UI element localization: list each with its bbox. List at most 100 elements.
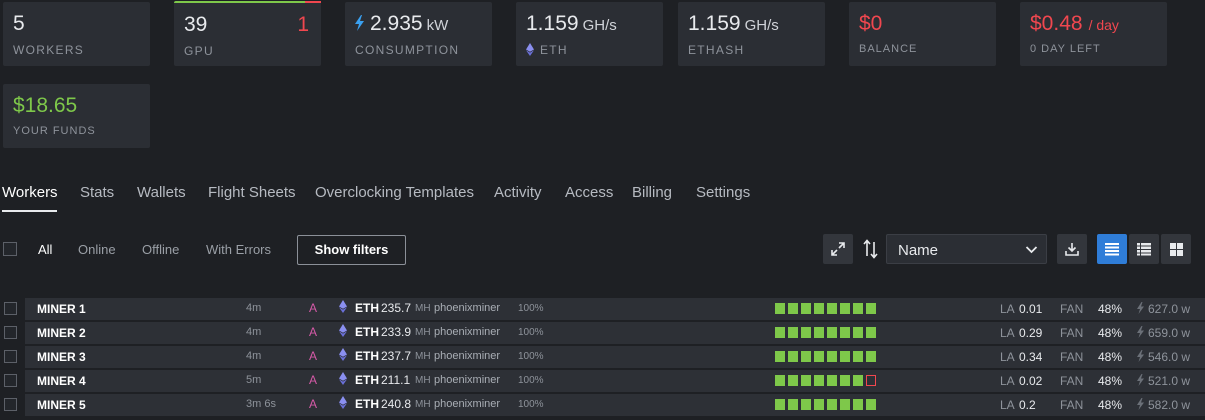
worker-name[interactable]: MINER 2 bbox=[37, 326, 86, 340]
worker-row[interactable]: MINER 4 5m A ETH 211.1 MH phoenixminer 1… bbox=[0, 369, 1205, 393]
worker-name[interactable]: MINER 5 bbox=[37, 398, 86, 412]
worker-name[interactable]: MINER 3 bbox=[37, 350, 86, 364]
filter-with-errors[interactable]: With Errors bbox=[206, 242, 271, 257]
gpu-status-ok bbox=[853, 375, 863, 386]
download-button[interactable] bbox=[1057, 234, 1087, 264]
ethereum-icon bbox=[339, 324, 347, 337]
worker-share-percent: 100% bbox=[518, 375, 544, 386]
tab-billing[interactable]: Billing bbox=[632, 184, 672, 201]
load-average-value: 0.01 bbox=[1019, 302, 1043, 316]
sort-direction-button[interactable] bbox=[863, 239, 879, 259]
fan-value: 48% bbox=[1098, 374, 1123, 388]
load-average-value: 0.02 bbox=[1019, 374, 1043, 388]
tab-wallets[interactable]: Wallets bbox=[137, 184, 186, 201]
load-average-label: LA bbox=[1000, 350, 1015, 364]
table-icon bbox=[1137, 243, 1151, 256]
gpu-status-ok bbox=[814, 375, 824, 386]
worker-hashrate-unit: MH bbox=[415, 327, 431, 338]
gpu-status-ok bbox=[788, 351, 798, 362]
worker-row[interactable]: MINER 3 4m A ETH 237.7 MH phoenixminer 1… bbox=[0, 345, 1205, 369]
worker-share-percent: 100% bbox=[518, 351, 544, 362]
sort-select[interactable]: Name bbox=[886, 234, 1047, 264]
worker-miner: phoenixminer bbox=[434, 350, 501, 362]
worker-uptime: 5m bbox=[246, 374, 262, 386]
eth-hashrate-card: 1.159 GH/s ETH bbox=[516, 2, 663, 66]
worker-power: 521.0 w bbox=[1148, 374, 1191, 388]
worker-hashrate: 233.9 bbox=[381, 325, 412, 339]
cost-card: $0.48 / day 0 DAY LEFT bbox=[1020, 2, 1167, 66]
tab-settings[interactable]: Settings bbox=[696, 184, 750, 201]
gpu-status-ok bbox=[840, 351, 850, 362]
fan-label: FAN bbox=[1060, 398, 1084, 412]
worker-mark: A bbox=[309, 397, 318, 411]
fan-label: FAN bbox=[1060, 374, 1084, 388]
tab-access[interactable]: Access bbox=[565, 184, 613, 201]
worker-miner: phoenixminer bbox=[434, 374, 501, 386]
consumption-unit: kW bbox=[426, 17, 449, 34]
load-average-label: LA bbox=[1000, 326, 1015, 340]
ethash-hashrate-value: 1.159 bbox=[688, 12, 741, 35]
tab-overclocking-templates[interactable]: Overclocking Templates bbox=[315, 184, 474, 201]
bolt-icon bbox=[1137, 398, 1144, 410]
gpu-status-ok bbox=[788, 399, 798, 410]
worker-uptime: 4m bbox=[246, 302, 262, 314]
fan-value: 48% bbox=[1098, 302, 1123, 316]
worker-checkbox[interactable] bbox=[4, 398, 17, 411]
gpu-status-ok bbox=[866, 351, 876, 362]
gpu-status-ok bbox=[788, 375, 798, 386]
filter-all[interactable]: All bbox=[38, 242, 52, 257]
worker-mark: A bbox=[309, 373, 318, 387]
gpu-status-ok bbox=[866, 399, 876, 410]
worker-checkbox[interactable] bbox=[4, 326, 17, 339]
gpu-status-ok bbox=[814, 303, 824, 314]
gpu-status-ok bbox=[775, 303, 785, 314]
ethereum-icon bbox=[339, 348, 347, 361]
worker-checkbox[interactable] bbox=[4, 350, 17, 363]
view-list-button[interactable] bbox=[1097, 234, 1127, 264]
worker-uptime: 3m 6s bbox=[246, 398, 276, 410]
worker-row[interactable]: MINER 1 4m A ETH 235.7 MH phoenixminer 1… bbox=[0, 297, 1205, 321]
worker-row[interactable]: MINER 5 3m 6s A ETH 240.8 MH phoenixmine… bbox=[0, 393, 1205, 417]
worker-name[interactable]: MINER 4 bbox=[37, 374, 86, 388]
worker-name[interactable]: MINER 1 bbox=[37, 302, 86, 316]
gpu-status-ok bbox=[775, 327, 785, 338]
tab-activity[interactable]: Activity bbox=[494, 184, 542, 201]
active-tab-indicator bbox=[2, 210, 57, 212]
select-all-checkbox[interactable] bbox=[3, 242, 17, 256]
load-average-value: 0.34 bbox=[1019, 350, 1043, 364]
consumption-card: 2.935 kW CONSUMPTION bbox=[345, 2, 492, 66]
cost-per-day: / day bbox=[1088, 17, 1119, 33]
tab-workers[interactable]: Workers bbox=[2, 184, 58, 201]
download-icon bbox=[1065, 243, 1079, 256]
worker-hashrate-unit: MH bbox=[415, 399, 431, 410]
worker-checkbox[interactable] bbox=[4, 374, 17, 387]
list-icon bbox=[1105, 243, 1119, 256]
cost-value: $0.48 bbox=[1030, 12, 1083, 35]
gpu-status-ok bbox=[827, 351, 837, 362]
gpu-label: GPU bbox=[184, 44, 214, 58]
worker-miner: phoenixminer bbox=[434, 302, 501, 314]
gpu-status-ok bbox=[866, 327, 876, 338]
filter-offline[interactable]: Offline bbox=[142, 242, 179, 257]
filter-online[interactable]: Online bbox=[78, 242, 116, 257]
worker-row[interactable]: MINER 2 4m A ETH 233.9 MH phoenixminer 1… bbox=[0, 321, 1205, 345]
worker-hashrate-unit: MH bbox=[415, 375, 431, 386]
worker-coin: ETH bbox=[355, 301, 379, 315]
expand-button[interactable] bbox=[823, 234, 853, 264]
farm-tabs: Workers Stats Wallets Flight Sheets Over… bbox=[0, 176, 800, 212]
days-left-label: 0 DAY LEFT bbox=[1030, 43, 1101, 55]
view-grid-button[interactable] bbox=[1161, 234, 1191, 264]
gpu-status-ok bbox=[840, 303, 850, 314]
gpu-error-count: 1 bbox=[297, 13, 309, 36]
view-detailed-list-button[interactable] bbox=[1129, 234, 1159, 264]
balance-label: BALANCE bbox=[859, 43, 918, 55]
tab-stats[interactable]: Stats bbox=[80, 184, 114, 201]
sort-select-value: Name bbox=[898, 242, 939, 259]
worker-checkbox[interactable] bbox=[4, 302, 17, 315]
worker-miner: phoenixminer bbox=[434, 326, 501, 338]
worker-power: 659.0 w bbox=[1148, 326, 1191, 340]
show-filters-button[interactable]: Show filters bbox=[297, 235, 406, 265]
worker-hashrate: 211.1 bbox=[381, 373, 411, 387]
tab-flight-sheets[interactable]: Flight Sheets bbox=[208, 184, 296, 201]
gpu-status-ok bbox=[827, 375, 837, 386]
